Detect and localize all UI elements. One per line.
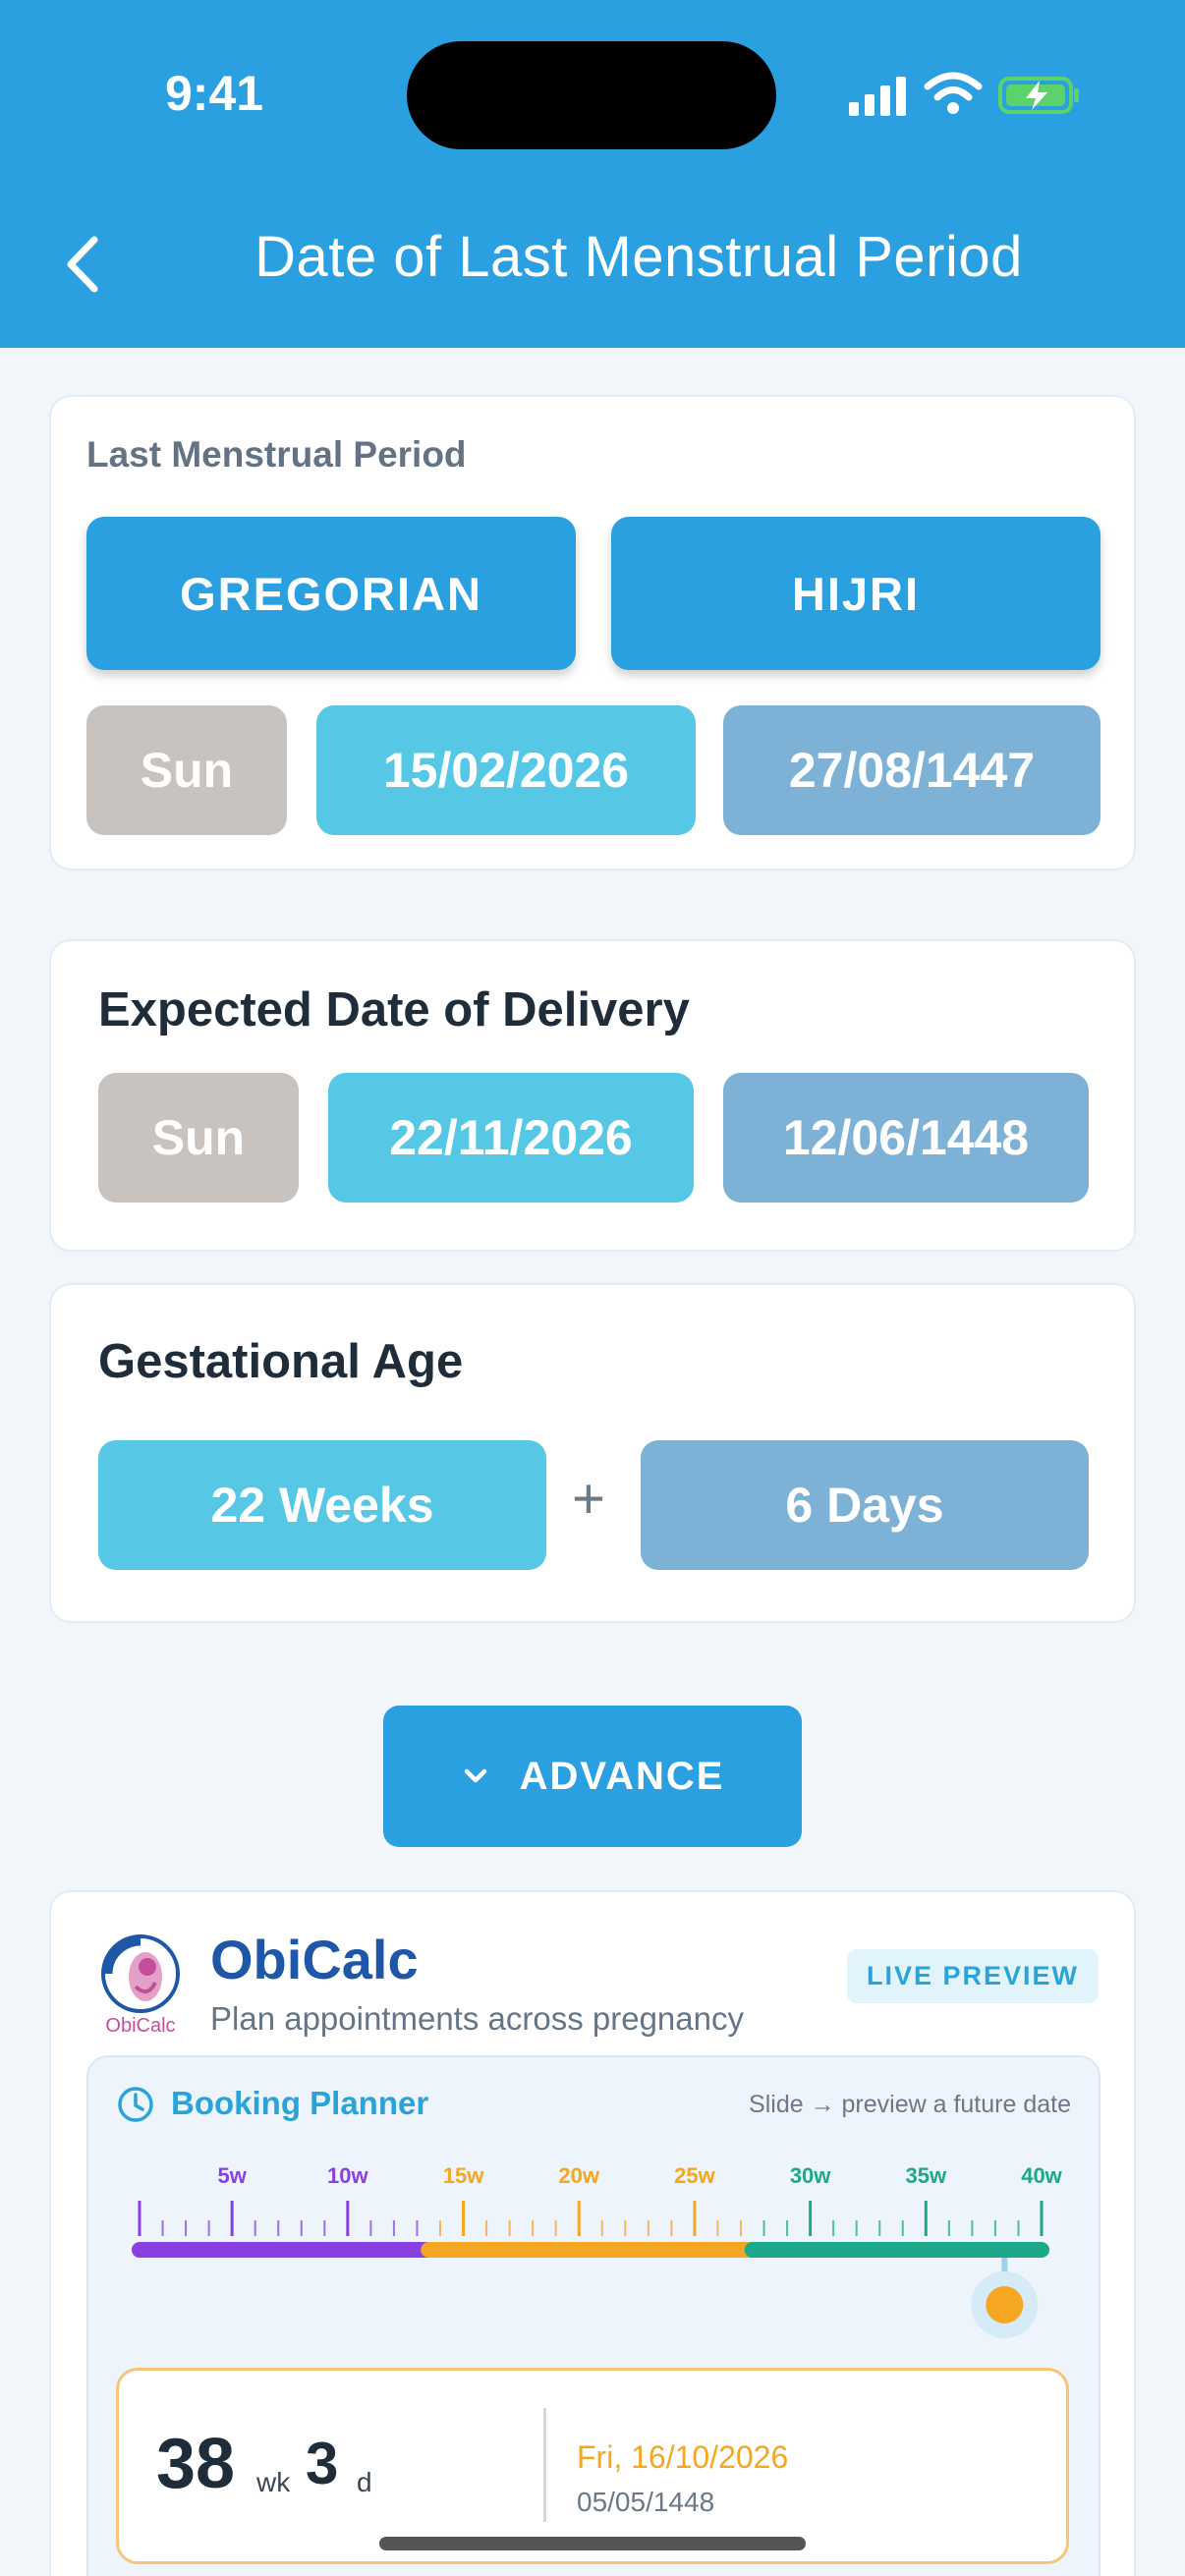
booking-planner: Booking Planner Slide → preview a future…: [86, 2055, 1100, 2576]
edd-gregorian-date: 22/11/2026: [328, 1073, 694, 1203]
ruler-label: 25w: [674, 2163, 715, 2188]
lmp-day: Sun: [86, 705, 287, 835]
app-header: 9:41 Date of Last Menstrual Period: [0, 0, 1185, 348]
edd-hijri-date: 12/06/1448: [723, 1073, 1089, 1203]
plus-sign: +: [572, 1467, 605, 1531]
result-days: 3: [306, 2431, 339, 2496]
ga-title: Gestational Age: [98, 1335, 464, 1388]
logo-text: ObiCalc: [105, 2015, 175, 2037]
result-divider: [543, 2408, 546, 2522]
week-ruler[interactable]: 5w 10w 15w 20w 25w 30w 35w 40w: [88, 2057, 1100, 2362]
ruler-label: 5w: [217, 2163, 247, 2188]
result-box: 38 wk 3 d Fri, 16/10/2026 05/05/1448: [116, 2368, 1069, 2564]
app-subtitle: Plan appointments across pregnancy: [210, 2000, 744, 2037]
lmp-gregorian-date[interactable]: 15/02/2026: [316, 705, 696, 835]
lmp-card: Last Menstrual Period GREGORIAN HIJRI Su…: [49, 395, 1136, 870]
back-chevron-icon[interactable]: [59, 232, 108, 297]
ruler-label: 35w: [906, 2163, 947, 2188]
live-preview-badge: LIVE PREVIEW: [846, 1949, 1099, 2003]
wifi-icon: [924, 72, 983, 114]
result-weeks-unit: wk: [256, 2467, 291, 2497]
dynamic-island: [407, 41, 776, 149]
edd-card: Expected Date of Delivery Sun 22/11/2026…: [49, 939, 1136, 1252]
ga-weeks: 22 Weeks: [98, 1440, 546, 1570]
status-time: 9:41: [165, 66, 264, 121]
advance-button[interactable]: ADVANCE: [383, 1706, 802, 1847]
chevron-down-icon: [464, 1768, 486, 1783]
result-days-unit: d: [357, 2467, 372, 2497]
ga-days: 6 Days: [641, 1440, 1089, 1570]
obicalc-card: ObiCalc ObiCalc Plan appointments across…: [49, 1890, 1136, 2576]
app-name: ObiCalc: [210, 1929, 419, 1990]
edd-day: Sun: [98, 1073, 299, 1203]
result-date: Fri, 16/10/2026: [577, 2439, 789, 2475]
gestational-age-card: Gestational Age 22 Weeks + 6 Days: [49, 1283, 1136, 1623]
ruler-label: 20w: [558, 2163, 599, 2188]
lmp-label: Last Menstrual Period: [86, 434, 467, 475]
advance-label: ADVANCE: [519, 1754, 725, 1798]
slider-thumb: [986, 2286, 1024, 2324]
result-hijri-date: 05/05/1448: [577, 2487, 715, 2517]
ruler-label: 10w: [327, 2163, 368, 2188]
page-title: Date of Last Menstrual Period: [254, 225, 1023, 289]
edd-title: Expected Date of Delivery: [98, 983, 690, 1036]
battery-charging-icon: [998, 77, 1079, 114]
ruler-label: 30w: [790, 2163, 831, 2188]
gregorian-button[interactable]: GREGORIAN: [86, 517, 576, 670]
home-indicator: [379, 2537, 806, 2550]
ruler-label: 40w: [1021, 2163, 1062, 2188]
result-weeks: 38: [156, 2425, 236, 2503]
ruler-label: 15w: [443, 2163, 484, 2188]
signal-icon: [849, 77, 906, 116]
lmp-hijri-date[interactable]: 27/08/1447: [723, 705, 1100, 835]
hijri-button[interactable]: HIJRI: [611, 517, 1100, 670]
obicalc-logo-icon: ObiCalc: [101, 1934, 180, 2037]
